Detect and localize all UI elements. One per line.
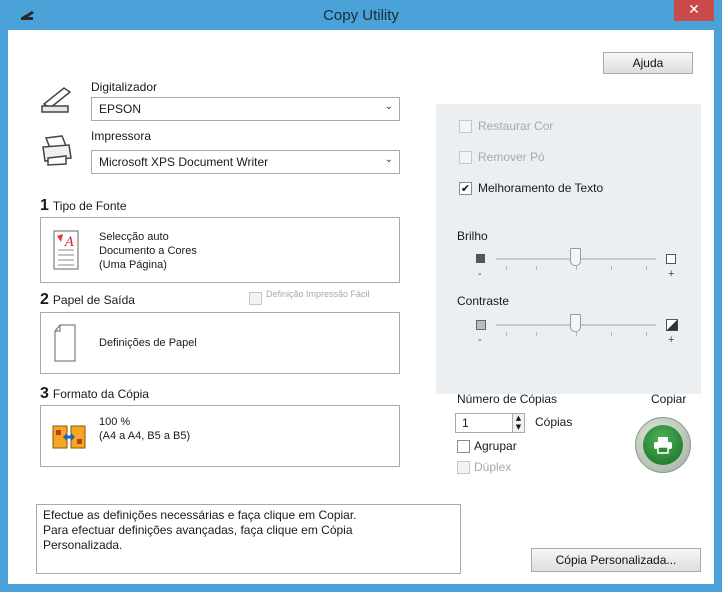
- instruction-message: Efectue as definições necessárias e faça…: [36, 504, 461, 574]
- remove-dust-label: Remover Pó: [478, 150, 545, 164]
- close-button[interactable]: ✕: [674, 0, 714, 21]
- easy-print-setting-checkbox[interactable]: [249, 292, 262, 305]
- source-type-label: Tipo de Fonte: [52, 199, 127, 213]
- source-type-card[interactable]: A Selecção auto Documento a Cores (Uma P…: [40, 217, 400, 283]
- title-bar: Copy Utility ✕: [0, 0, 722, 30]
- easy-print-setting-label: Definição Impressão Fácil: [266, 289, 370, 299]
- restore-color-checkbox[interactable]: [459, 120, 472, 133]
- copy-utility-window: Copy Utility ✕ Ajuda Digitalizador EPSON…: [0, 0, 722, 592]
- copy-format-label: Formato da Cópia: [52, 387, 149, 401]
- contrast-tick: [576, 332, 577, 336]
- contrast-tick: [536, 332, 537, 336]
- contrast-high-icon: [666, 319, 678, 331]
- copy-format-card[interactable]: 100 % (A4 a A4, B5 a B5): [40, 405, 400, 467]
- duplex-checkbox[interactable]: [457, 461, 470, 474]
- contrast-minus: -: [478, 334, 482, 346]
- printer-icon: [654, 437, 672, 454]
- image-adjust-panel: Restaurar Cor Remover Pó ✔ Melhoramento …: [436, 104, 701, 394]
- text-enhance-checkbox[interactable]: ✔: [459, 182, 472, 195]
- duplex-label: Dúplex: [474, 460, 512, 474]
- brightness-slider-thumb[interactable]: [570, 248, 581, 266]
- custom-copy-button[interactable]: Cópia Personalizada...: [531, 548, 701, 572]
- collate-checkbox[interactable]: [457, 440, 470, 453]
- chevron-down-icon: ⌄: [384, 101, 393, 112]
- restore-color-label: Restaurar Cor: [478, 119, 554, 133]
- help-button[interactable]: Ajuda: [603, 52, 693, 74]
- remove-dust-checkbox[interactable]: [459, 151, 472, 164]
- brightness-dark-icon: [476, 254, 485, 263]
- brightness-tick: [536, 266, 537, 270]
- message-line-1: Efectue as definições necessárias e faça…: [43, 508, 357, 522]
- message-line-3: Personalizada.: [43, 538, 123, 552]
- step-number-1: 1: [40, 197, 49, 214]
- chevron-down-icon: ⌄: [384, 154, 393, 165]
- brightness-light-icon: [666, 254, 676, 264]
- brightness-label: Brilho: [457, 229, 488, 243]
- paper-settings-card[interactable]: Definições de Papel: [40, 312, 400, 374]
- message-line-2: Para efectuar definições avançadas, faça…: [43, 523, 353, 537]
- printer-value: Microsoft XPS Document Writer: [99, 155, 269, 169]
- contrast-low-icon: [476, 320, 486, 330]
- scanner-value: EPSON: [99, 102, 142, 116]
- source-line-2: Documento a Cores: [99, 245, 197, 257]
- output-paper-label: Papel de Saída: [52, 293, 135, 307]
- scanner-label: Digitalizador: [91, 80, 158, 94]
- brightness-plus: +: [668, 268, 675, 280]
- step-number-2: 2: [40, 291, 49, 308]
- brightness-tick: [646, 266, 647, 270]
- source-type-heading: 1 Tipo de Fonte: [40, 197, 127, 215]
- brightness-minus: -: [478, 268, 482, 280]
- paper-settings-text: Definições de Papel: [99, 337, 197, 349]
- contrast-tick: [611, 332, 612, 336]
- copy-format-line-2: (A4 a A4, B5 a B5): [99, 430, 191, 442]
- copy-format-heading: 3 Formato da Cópia: [40, 385, 149, 403]
- paper-icon: [54, 324, 76, 362]
- brightness-tick: [576, 266, 577, 270]
- step-number-3: 3: [40, 385, 49, 402]
- contrast-tick: [646, 332, 647, 336]
- output-paper-heading: 2 Papel de Saída: [40, 291, 135, 309]
- contrast-plus: +: [668, 334, 675, 346]
- contrast-tick: [506, 332, 507, 336]
- contrast-slider-thumb[interactable]: [570, 314, 581, 332]
- source-line-1: Selecção auto: [99, 231, 169, 243]
- printer-label: Impressora: [91, 129, 152, 143]
- text-enhance-label: Melhoramento de Texto: [478, 181, 604, 195]
- brightness-tick: [611, 266, 612, 270]
- copy-format-line-1: 100 %: [99, 416, 131, 428]
- copies-unit: Cópias: [535, 415, 573, 429]
- contrast-label: Contraste: [457, 294, 510, 308]
- copy-button[interactable]: [635, 417, 691, 473]
- brightness-tick: [506, 266, 507, 270]
- reduce-enlarge-icon: [52, 425, 86, 449]
- dialog-body: Ajuda Digitalizador EPSON ⌄ Impressora M…: [8, 30, 714, 584]
- printer-icon: [42, 135, 72, 166]
- source-line-3: (Uma Página): [99, 259, 167, 271]
- copies-spinner[interactable]: ▲ ▼: [512, 413, 525, 433]
- window-title: Copy Utility: [323, 7, 399, 24]
- collate-label: Agrupar: [474, 439, 517, 453]
- copies-label: Número de Cópias: [457, 392, 558, 406]
- svg-text:A: A: [64, 235, 74, 250]
- scanner-icon: [41, 87, 72, 113]
- copy-button-face: [643, 425, 683, 465]
- copy-label: Copiar: [651, 392, 687, 406]
- document-icon: A: [53, 230, 79, 270]
- copies-input[interactable]: 1: [455, 413, 513, 433]
- scanner-select[interactable]: EPSON ⌄: [91, 97, 400, 121]
- printer-select[interactable]: Microsoft XPS Document Writer ⌄: [91, 150, 400, 174]
